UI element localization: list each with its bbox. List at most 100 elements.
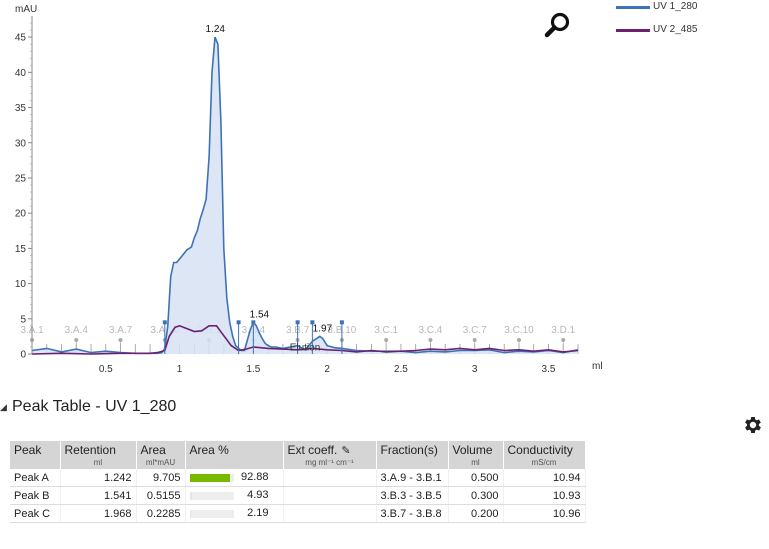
pencil-icon[interactable]: ✎ xyxy=(341,444,350,457)
area-pct-value: 92.88 xyxy=(240,471,269,483)
area-bar-track xyxy=(189,492,234,500)
y-tick-label: 40 xyxy=(15,68,27,79)
cell-conductivity: 10.93 xyxy=(503,486,586,505)
fraction-pin-head xyxy=(428,338,433,342)
x-tick-label: 3.5 xyxy=(542,364,556,375)
area-bar xyxy=(189,474,231,482)
fraction-pin-head xyxy=(118,338,123,342)
fraction-pin-head xyxy=(74,338,79,342)
area-bar-track xyxy=(189,474,234,482)
x-tick-label: 3 xyxy=(472,364,478,375)
col-header-fractions[interactable]: Fraction(s) xyxy=(376,441,449,469)
y-tick-label: 5 xyxy=(20,314,26,325)
peak-marker-square xyxy=(236,320,241,325)
y-tick-label: 35 xyxy=(15,103,27,114)
cell-area: 9.705 xyxy=(136,469,186,487)
col-header-area-pct[interactable]: Area % xyxy=(185,441,284,469)
x-axis-title: ml xyxy=(592,361,603,372)
section-title: Peak Table - UV 1_280 xyxy=(12,398,177,415)
y-axis-title: mAU xyxy=(15,4,37,15)
peak-marker-square xyxy=(162,320,167,325)
y-tick-label: 30 xyxy=(15,138,27,149)
cell-area: 0.5155 xyxy=(136,486,186,505)
col-header-volume[interactable]: Volume ml xyxy=(448,441,504,469)
col-header-fractions-label: Fraction(s) xyxy=(380,443,438,457)
cell-peak: Peak C xyxy=(10,504,61,523)
cell-volume: 0.200 xyxy=(448,504,504,523)
peak-table: Peak Retention ml Area ml*mAU Area % Ext c… xyxy=(10,441,586,523)
chart-legend: UV 1_280 UV 2_485 xyxy=(616,0,766,42)
gear-icon[interactable] xyxy=(742,414,764,436)
chromatogram-chart[interactable]: 3.A.13.A.43.A.73.A.103.B.13.B.43.B.73.B.… xyxy=(0,0,615,385)
cell-fractions: 3.B.3 - 3.B.5 xyxy=(376,486,449,505)
fraction-label: 3.C.10 xyxy=(504,325,534,336)
fraction-label: 3.D.1 xyxy=(551,325,575,336)
col-header-peak[interactable]: Peak xyxy=(10,441,61,469)
cell-area-pct: 92.88 xyxy=(185,469,284,487)
x-tick-label: 0.5 xyxy=(99,364,113,375)
cell-volume: 0.500 xyxy=(448,469,504,487)
area-bar xyxy=(189,492,192,500)
fraction-label: 3.C.4 xyxy=(418,325,442,336)
fraction-pin-head xyxy=(561,338,566,342)
cell-area-pct: 2.19 xyxy=(185,504,284,523)
col-header-conductivity-label: Conductivity xyxy=(507,443,573,457)
cell-peak: Peak B xyxy=(10,486,61,505)
peak-marker-square xyxy=(339,320,344,325)
fraction-label: 3.A.4 xyxy=(65,325,89,336)
col-header-ext-coeff-label: Ext coeff. ✎ xyxy=(288,443,372,457)
col-header-conductivity[interactable]: Conductivity mS/cm xyxy=(503,441,586,469)
cell-fractions: 3.B.7 - 3.B.8 xyxy=(376,504,449,523)
col-header-ext-coeff-unit: mg ml⁻¹ cm⁻¹ xyxy=(305,458,354,467)
y-tick-label: 15 xyxy=(15,244,27,255)
series-area-0 xyxy=(32,37,578,354)
col-header-area-unit: ml*mAU xyxy=(145,458,176,467)
table-row[interactable]: Peak B 1.541 0.5155 4.93 3.B.3 - 3.B.5 0… xyxy=(10,486,586,505)
cell-peak: Peak A xyxy=(10,469,61,487)
ext-coeff-text: Ext coeff. xyxy=(287,443,338,457)
col-header-ext-coeff[interactable]: Ext coeff. ✎ mg ml⁻¹ cm⁻¹ xyxy=(283,441,377,469)
y-tick-label: 0 xyxy=(20,350,26,361)
y-tick-label: 45 xyxy=(15,33,27,44)
elution-annotation: Elution xyxy=(290,342,321,353)
legend-label-uv2: UV 2_485 xyxy=(653,24,698,35)
cell-area-pct: 4.93 xyxy=(185,486,284,505)
cell-area: 0.2285 xyxy=(136,504,186,523)
area-pct-value: 4.93 xyxy=(247,489,269,501)
legend-swatch-uv2 xyxy=(616,29,650,32)
peak-marker-square xyxy=(251,320,256,325)
col-header-retention[interactable]: Retention ml xyxy=(60,441,137,469)
fraction-label: 3.A.7 xyxy=(109,325,133,336)
y-tick-label: 10 xyxy=(15,279,27,290)
fraction-pin-head xyxy=(516,338,521,342)
col-header-area-pct-label: Area % xyxy=(189,443,229,457)
fraction-label: 3.C.1 xyxy=(374,325,398,336)
peak-marker-square xyxy=(295,320,300,325)
series-line-0 xyxy=(31,36,579,355)
cell-volume: 0.300 xyxy=(448,486,504,505)
col-header-area-label: Area xyxy=(140,443,166,457)
cell-ext-coeff[interactable] xyxy=(283,504,377,523)
table-row[interactable]: Peak C 1.968 0.2285 2.19 3.B.7 - 3.B.8 0… xyxy=(10,504,586,523)
cell-fractions: 3.A.9 - 3.B.1 xyxy=(376,469,449,487)
area-bar xyxy=(189,510,191,518)
col-header-conductivity-unit: mS/cm xyxy=(531,458,557,467)
peak-label: 1.54 xyxy=(250,309,270,320)
x-tick-label: 2.5 xyxy=(394,364,408,375)
peak-label: 1.97 xyxy=(313,323,333,334)
area-pct-value: 2.19 xyxy=(247,507,269,519)
y-tick-label: 20 xyxy=(15,209,27,220)
cell-conductivity: 10.96 xyxy=(503,504,586,523)
peak-label: 1.24 xyxy=(206,24,226,35)
col-header-volume-label: Volume xyxy=(452,443,493,457)
col-header-area[interactable]: Area ml*mAU xyxy=(136,441,186,469)
fraction-label: 3.C.7 xyxy=(463,325,487,336)
cell-ext-coeff[interactable] xyxy=(283,486,377,505)
table-row[interactable]: Peak A 1.242 9.705 92.88 3.A.9 - 3.B.1 0… xyxy=(10,469,586,487)
collapse-triangle-icon[interactable]: ◢ xyxy=(0,402,7,413)
area-bar-track xyxy=(189,510,234,518)
fraction-pin-head xyxy=(384,338,389,342)
zoom-magnifier-icon[interactable] xyxy=(544,10,574,40)
cell-ext-coeff[interactable] xyxy=(283,469,377,487)
legend-swatch-uv1 xyxy=(616,6,650,9)
